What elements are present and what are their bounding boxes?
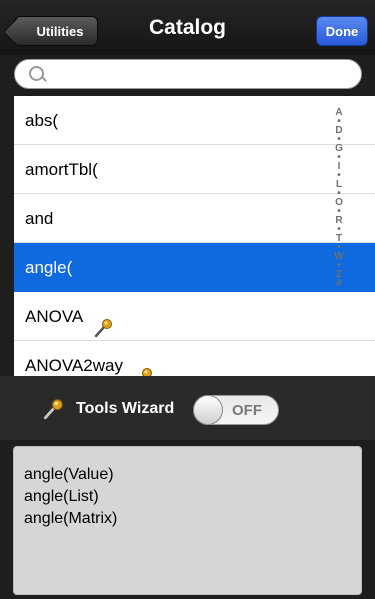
section-index[interactable]: A • D • G • I • L • O • R • T • W • Z # — [333, 108, 345, 289]
search-input[interactable] — [49, 64, 353, 86]
syntax-help-panel: angle(Value) angle(List) angle(Matrix) — [13, 446, 362, 595]
catalog-list[interactable]: abs( amortTbl( and angle( ANOVA ANOVA2wa… — [14, 96, 375, 376]
syntax-line: angle(Matrix) — [24, 510, 118, 527]
list-item[interactable]: ANOVA2way — [14, 341, 375, 376]
list-item[interactable]: and — [14, 194, 375, 243]
list-item[interactable]: abs( — [14, 96, 375, 145]
done-button[interactable]: Done — [316, 16, 368, 46]
tools-wizard-toggle[interactable]: OFF — [193, 395, 279, 425]
tools-wizard-bar: Tools Wizard OFF — [0, 376, 375, 440]
list-item-label: angle( — [25, 258, 73, 277]
syntax-line: angle(Value) — [24, 466, 114, 483]
wizard-wand-icon — [133, 357, 153, 376]
list-item[interactable]: ANOVA — [14, 292, 375, 341]
syntax-line: angle(List) — [24, 488, 99, 505]
list-item-label: abs( — [25, 111, 59, 130]
navigation-bar: Utilities Catalog Done — [0, 0, 375, 55]
list-item-label: ANOVA2way — [25, 356, 123, 375]
search-icon — [29, 66, 44, 81]
index-letter[interactable]: # — [333, 279, 345, 289]
toggle-knob[interactable] — [193, 395, 223, 425]
list-item-label: and — [25, 209, 54, 228]
search-field[interactable] — [14, 59, 362, 89]
wizard-wand-icon — [93, 308, 113, 337]
list-item-selected[interactable]: angle( — [14, 243, 375, 292]
list-item-label: amortTbl( — [25, 160, 98, 179]
list-item[interactable]: amortTbl( — [14, 145, 375, 194]
tools-wizard-label: Tools Wizard — [76, 400, 175, 417]
list-item-label: ANOVA — [25, 307, 84, 326]
toggle-state-label: OFF — [232, 402, 262, 419]
wizard-wand-icon — [42, 398, 64, 420]
search-bar — [0, 55, 375, 96]
